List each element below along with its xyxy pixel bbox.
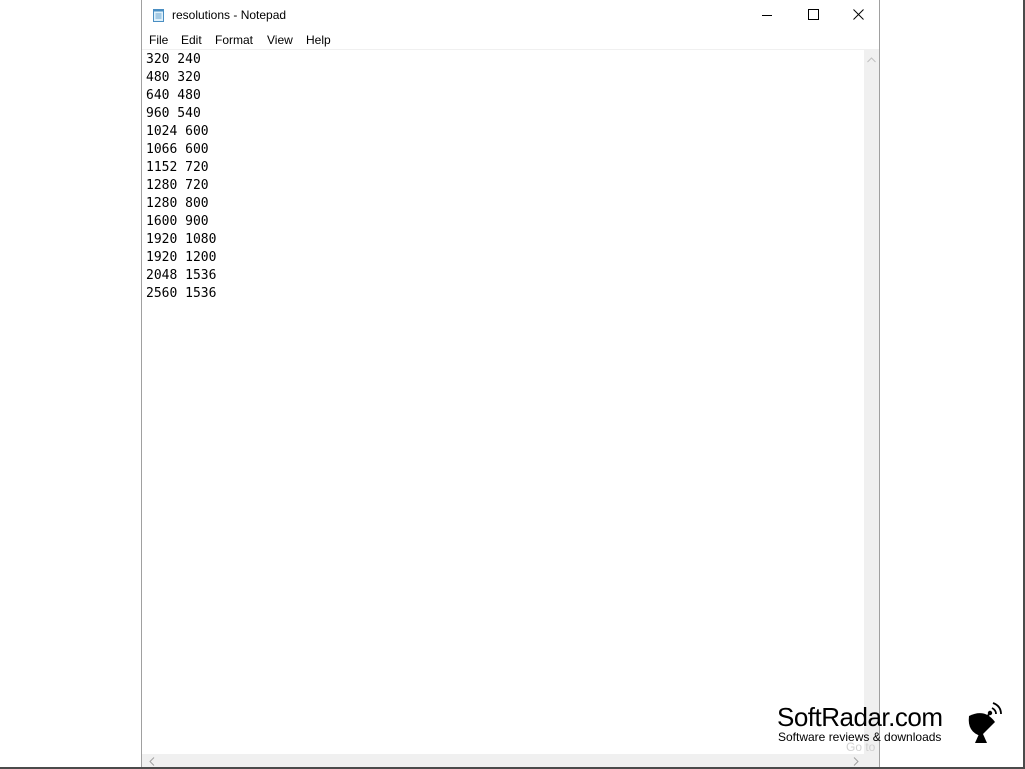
menu-help[interactable]: Help bbox=[306, 33, 331, 47]
vertical-scrollbar[interactable] bbox=[864, 50, 879, 754]
menu-bar: File Edit Format View Help bbox=[142, 31, 879, 50]
text-line: 1280 800 bbox=[146, 196, 209, 211]
text-line: 960 540 bbox=[146, 106, 201, 121]
text-line: 1920 1080 bbox=[146, 232, 217, 247]
satellite-dish-icon bbox=[965, 702, 1003, 744]
screenshot-stage: resolutions - Notepad File Edit Format V… bbox=[0, 0, 1025, 769]
watermark-brand: SoftRadar.com bbox=[777, 702, 943, 732]
watermark-tagline: Software reviews & downloads bbox=[778, 730, 942, 744]
notepad-window: resolutions - Notepad File Edit Format V… bbox=[141, 0, 880, 769]
window-title: resolutions - Notepad bbox=[172, 8, 287, 22]
minimize-icon bbox=[762, 7, 772, 25]
text-line: 2560 1536 bbox=[146, 286, 217, 301]
notepad-icon bbox=[152, 8, 166, 22]
minimize-button[interactable] bbox=[744, 0, 790, 31]
close-icon bbox=[852, 7, 864, 25]
menu-view[interactable]: View bbox=[267, 33, 293, 47]
menu-format[interactable]: Format bbox=[215, 33, 253, 47]
text-line: 1600 900 bbox=[146, 214, 209, 229]
text-editor[interactable]: 320 240 480 320 640 480 960 540 1024 600… bbox=[142, 50, 864, 754]
text-line: 640 480 bbox=[146, 88, 201, 103]
text-line: 320 240 bbox=[146, 52, 201, 67]
title-bar[interactable]: resolutions - Notepad bbox=[142, 0, 879, 31]
text-line: 1024 600 bbox=[146, 124, 209, 139]
text-line: 1280 720 bbox=[146, 178, 209, 193]
text-line: 1920 1200 bbox=[146, 250, 217, 265]
maximize-button[interactable] bbox=[790, 0, 836, 31]
scroll-up-arrow-icon[interactable] bbox=[864, 52, 879, 67]
menu-edit[interactable]: Edit bbox=[181, 33, 202, 47]
text-line: 2048 1536 bbox=[146, 268, 217, 283]
text-line: 1152 720 bbox=[146, 160, 209, 175]
menu-file[interactable]: File bbox=[149, 33, 168, 47]
text-line: 1066 600 bbox=[146, 142, 209, 157]
softradar-watermark: SoftRadar.com Software reviews & downloa… bbox=[775, 702, 1023, 746]
text-line: 480 320 bbox=[146, 70, 201, 85]
close-button[interactable] bbox=[835, 0, 881, 31]
maximize-icon bbox=[807, 7, 819, 25]
